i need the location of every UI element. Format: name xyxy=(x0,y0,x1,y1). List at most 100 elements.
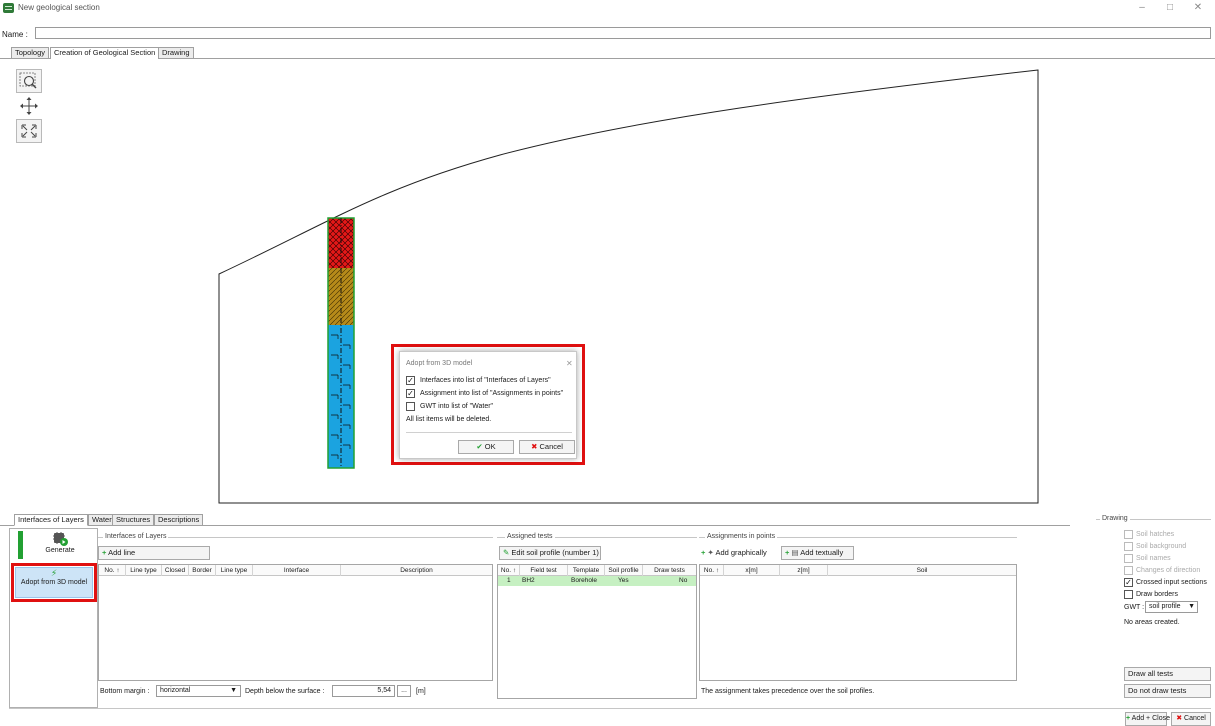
row-soil-profile: Yes xyxy=(618,577,629,584)
soil-hatches-checkbox[interactable] xyxy=(1124,530,1133,539)
soil-background-checkbox[interactable] xyxy=(1124,542,1133,551)
section-canvas[interactable] xyxy=(0,59,1215,508)
add-textually-button[interactable]: + ▤ Add textually xyxy=(781,546,854,560)
draw-all-tests-button[interactable]: Draw all tests xyxy=(1124,667,1211,681)
adopt-from-3d-model-button[interactable]: ⚡ Adopt from 3D model xyxy=(15,567,93,598)
depth-unit: [m] xyxy=(416,688,426,695)
cancel-label: Cancel xyxy=(539,442,563,451)
bottom-margin-label: Bottom margin : xyxy=(100,688,150,695)
col-test-no[interactable]: No. ↑ xyxy=(498,565,520,576)
ok-button[interactable]: ✔ OK xyxy=(458,440,514,454)
col-draw-tests[interactable]: Draw tests xyxy=(643,565,696,576)
chevron-down-icon: ▼ xyxy=(1188,603,1195,610)
assigned-tests-table[interactable]: No. ↑ Field test Template Soil profile D… xyxy=(497,564,697,699)
bottom-margin-select[interactable]: horizontal ▼ xyxy=(156,685,241,697)
changes-of-direction-checkbox[interactable] xyxy=(1124,566,1133,575)
gwt-select[interactable]: soil profile ▼ xyxy=(1145,601,1198,613)
table-row[interactable]: 1 BH2 Borehole Yes No xyxy=(498,576,696,586)
col-border[interactable]: Border xyxy=(189,565,216,576)
check-icon: ✔ xyxy=(476,442,483,451)
edit-soil-profile-button[interactable]: ✎ Edit soil profile (number 1) xyxy=(499,546,601,560)
plus-icon: + xyxy=(701,548,706,557)
col-line-type[interactable]: Line type xyxy=(126,565,162,576)
adopt-dialog-highlight: Adopt from 3D model ✕ ✓ Interfaces into … xyxy=(391,344,585,465)
generate-button[interactable]: Generate xyxy=(26,531,94,559)
row-field-test: BH2 xyxy=(522,577,535,584)
dialog-note: All list items will be deleted. xyxy=(406,416,492,423)
pan-button[interactable] xyxy=(16,94,42,118)
soil-names-checkbox[interactable] xyxy=(1124,554,1133,563)
assignments-header: No. ↑ x[m] z[m] Soil xyxy=(700,565,1016,576)
zoom-window-button[interactable] xyxy=(16,69,42,93)
col-line-type-2[interactable]: Line type xyxy=(216,565,253,576)
changes-of-direction-label: Changes of direction xyxy=(1136,567,1201,574)
soil-background-label: Soil background xyxy=(1136,543,1187,550)
add-textually-label: Add textually xyxy=(800,548,844,557)
adopt-from-3d-model-dialog: Adopt from 3D model ✕ ✓ Interfaces into … xyxy=(399,351,577,459)
col-no[interactable]: No. ↑ xyxy=(99,565,126,576)
depth-ellipsis-button[interactable]: ... xyxy=(397,685,411,697)
draw-borders-checkbox[interactable] xyxy=(1124,590,1133,599)
assignments-table[interactable]: No. ↑ x[m] z[m] Soil xyxy=(699,564,1017,681)
section-drawing xyxy=(218,69,1039,504)
tab-descriptions[interactable]: Descriptions xyxy=(154,514,204,526)
row-draw-tests: No xyxy=(679,577,688,584)
title-bar: New geological section – □ ✕ xyxy=(0,0,1215,16)
chevron-down-icon: ▼ xyxy=(230,687,237,694)
crossed-input-sections-checkbox[interactable]: ✓ xyxy=(1124,578,1133,587)
col-description[interactable]: Description xyxy=(341,565,492,576)
maximize-button[interactable]: □ xyxy=(1159,1,1181,15)
cancel-main-label: Cancel xyxy=(1184,715,1206,722)
drawing-group-title: Drawing xyxy=(1100,515,1130,522)
dialog-close-icon[interactable]: ✕ xyxy=(566,359,573,368)
add-close-button[interactable]: + Add + Close xyxy=(1125,712,1170,726)
name-label: Name : xyxy=(2,30,28,39)
expand-icon xyxy=(21,124,37,138)
add-line-button[interactable]: + Add line xyxy=(98,546,210,560)
col-x[interactable]: x[m] xyxy=(724,565,780,576)
interfaces-checkbox-label: Interfaces into list of "Interfaces of L… xyxy=(420,377,551,384)
col-template[interactable]: Template xyxy=(568,565,605,576)
bottom-frame-line xyxy=(9,708,1211,709)
interfaces-group-title: Interfaces of Layers xyxy=(103,533,169,540)
col-z[interactable]: z[m] xyxy=(780,565,828,576)
minimize-button[interactable]: – xyxy=(1131,1,1153,15)
tab-interfaces-of-layers[interactable]: Interfaces of Layers xyxy=(14,514,88,526)
bottom-margin-value: horizontal xyxy=(160,687,191,694)
gwt-label: GWT : xyxy=(1124,604,1145,611)
close-window-button[interactable]: ✕ xyxy=(1187,1,1209,15)
tab-drawing[interactable]: Drawing xyxy=(158,47,194,59)
col-interface[interactable]: Interface xyxy=(253,565,341,576)
name-input[interactable] xyxy=(35,27,1211,39)
col-closed[interactable]: Closed xyxy=(162,565,189,576)
soil-names-label: Soil names xyxy=(1136,555,1171,562)
col-soil-profile[interactable]: Soil profile xyxy=(605,565,643,576)
tab-structures[interactable]: Structures xyxy=(112,514,155,526)
zoom-extents-button[interactable] xyxy=(16,119,42,143)
col-assign-no[interactable]: No. ↑ xyxy=(700,565,724,576)
assignment-checkbox-label: Assignment into list of "Assignments in … xyxy=(420,390,564,397)
ok-label: OK xyxy=(484,442,496,451)
interfaces-checkbox[interactable]: ✓ xyxy=(406,376,415,385)
gwt-checkbox-label: GWT into list of "Water" xyxy=(420,403,494,410)
assignment-checkbox[interactable]: ✓ xyxy=(406,389,415,398)
gwt-checkbox[interactable] xyxy=(406,402,415,411)
depth-label: Depth below the surface : xyxy=(245,688,325,695)
assignments-group-title: Assignments in points xyxy=(705,533,778,540)
interfaces-table[interactable]: No. ↑ Line type Closed Border Line type … xyxy=(98,564,493,681)
dialog-separator xyxy=(406,432,572,433)
depth-input[interactable]: 5,54 xyxy=(332,685,395,697)
add-graphically-button[interactable]: + ✦ Add graphically xyxy=(701,546,776,560)
assigned-tests-header: No. ↑ Field test Template Soil profile D… xyxy=(498,565,696,576)
borehole-column xyxy=(327,217,355,469)
cancel-button[interactable]: ✖ Cancel xyxy=(519,440,575,454)
tab-topology[interactable]: Topology xyxy=(11,47,50,59)
soil-hatches-label: Soil hatches xyxy=(1136,531,1175,538)
edit-icon: ✎ xyxy=(503,548,510,557)
bolt-icon: ⚡ xyxy=(50,568,58,578)
do-not-draw-tests-button[interactable]: Do not draw tests xyxy=(1124,684,1211,698)
cancel-main-button[interactable]: ✖ Cancel xyxy=(1171,712,1211,726)
col-soil[interactable]: Soil xyxy=(828,565,1016,576)
col-field-test[interactable]: Field test xyxy=(520,565,568,576)
generate-label: Generate xyxy=(45,547,75,554)
